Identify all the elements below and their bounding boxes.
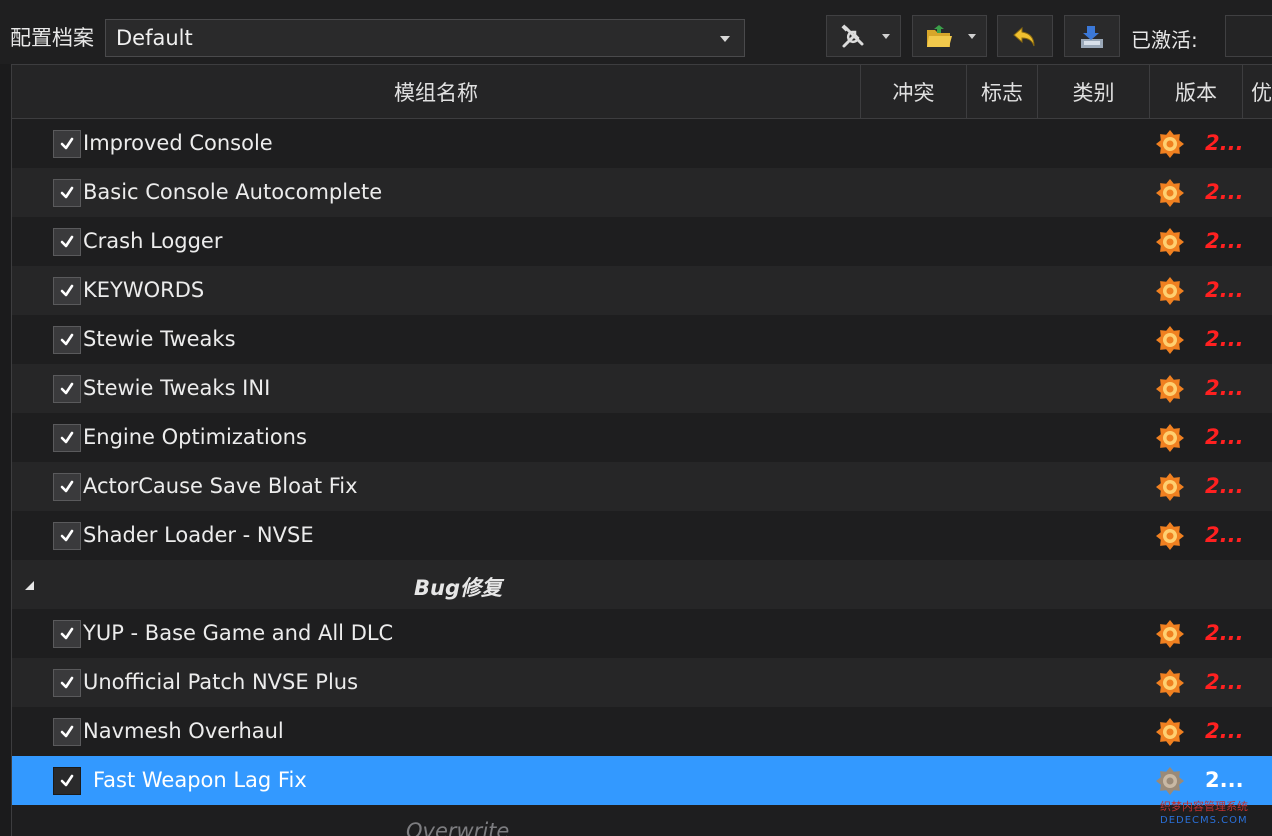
mod-version: 2... bbox=[1205, 180, 1244, 204]
mod-name: ActorCause Save Bloat Fix bbox=[83, 474, 358, 498]
mod-version: 2... bbox=[1205, 425, 1244, 449]
column-header-conflicts[interactable]: 冲突 bbox=[861, 65, 967, 119]
enable-checkbox[interactable] bbox=[53, 522, 81, 550]
enable-checkbox[interactable] bbox=[53, 130, 81, 158]
enable-checkbox[interactable] bbox=[53, 277, 81, 305]
active-count-label: 已激活: bbox=[1131, 28, 1198, 52]
profile-label: 配置档案 bbox=[10, 26, 94, 50]
enable-checkbox[interactable] bbox=[53, 620, 81, 648]
mod-name: Navmesh Overhaul bbox=[83, 719, 284, 743]
mod-flag-icon[interactable] bbox=[1155, 619, 1185, 649]
table-body: Improved Console 2... Basic Console Autoco… bbox=[12, 119, 1272, 836]
table-header: 模组名称 冲突 标志 类别 版本 优先 bbox=[12, 65, 1272, 119]
chevron-down-icon bbox=[882, 34, 890, 39]
watermark: 织梦内容管理系统 DEDECMS.COM bbox=[1160, 800, 1248, 828]
watermark-line2: DEDECMS.COM bbox=[1160, 815, 1248, 826]
table-row[interactable]: Unofficial Patch NVSE Plus 2... bbox=[12, 658, 1272, 707]
mod-flag-icon[interactable] bbox=[1155, 717, 1185, 747]
mod-version: 2... bbox=[1205, 131, 1244, 155]
chevron-down-icon bbox=[968, 34, 976, 39]
table-row[interactable]: Navmesh Overhaul 2... bbox=[12, 707, 1272, 756]
wrench-screwdriver-icon bbox=[841, 24, 864, 48]
mod-flag-icon[interactable] bbox=[1155, 423, 1185, 453]
enable-checkbox[interactable] bbox=[53, 375, 81, 403]
undo-button[interactable] bbox=[997, 15, 1053, 57]
table-row[interactable]: Engine Optimizations 2... bbox=[12, 413, 1272, 462]
table-row[interactable]: KEYWORDS 2... bbox=[12, 266, 1272, 315]
toolbar: 配置档案 Default 已激活: bbox=[0, 0, 1272, 64]
profile-value: Default bbox=[116, 26, 193, 50]
column-header-category[interactable]: 类别 bbox=[1038, 65, 1150, 119]
mod-version: 2... bbox=[1205, 229, 1244, 253]
mod-name: Improved Console bbox=[83, 131, 273, 155]
table-row[interactable]: Improved Console 2... bbox=[12, 119, 1272, 168]
enable-checkbox[interactable] bbox=[53, 179, 81, 207]
enable-checkbox[interactable] bbox=[53, 473, 81, 501]
mod-flag-icon[interactable] bbox=[1155, 668, 1185, 698]
mod-version: 2... bbox=[1205, 719, 1244, 743]
mod-name: KEYWORDS bbox=[83, 278, 205, 302]
separator-row[interactable]: Bug修复 bbox=[12, 560, 1272, 609]
mod-version: 2... bbox=[1205, 327, 1244, 351]
column-header-flags[interactable]: 标志 bbox=[967, 65, 1038, 119]
mod-version: 2... bbox=[1205, 474, 1244, 498]
profile-select[interactable]: Default bbox=[105, 19, 745, 57]
mod-version: 2... bbox=[1205, 376, 1244, 400]
mod-flag-icon[interactable] bbox=[1155, 325, 1185, 355]
export-tray-icon bbox=[1081, 26, 1103, 48]
undo-arrow-icon bbox=[1013, 26, 1035, 47]
watermark-line1: 织梦内容管理系统 bbox=[1160, 800, 1248, 813]
mod-flag-icon[interactable] bbox=[1155, 374, 1185, 404]
mod-version: 2... bbox=[1205, 278, 1244, 302]
table-row[interactable]: Shader Loader - NVSE 2... bbox=[12, 511, 1272, 560]
enable-checkbox[interactable] bbox=[53, 669, 81, 697]
mod-name: Stewie Tweaks INI bbox=[83, 376, 271, 400]
column-header-version[interactable]: 版本 bbox=[1150, 65, 1243, 119]
mod-name: Unofficial Patch NVSE Plus bbox=[83, 670, 359, 694]
folder-open-icon bbox=[927, 25, 952, 47]
mod-name: Stewie Tweaks bbox=[83, 327, 236, 351]
enable-checkbox[interactable] bbox=[53, 767, 81, 795]
mod-flag-icon[interactable] bbox=[1155, 766, 1185, 796]
table-row[interactable]: Stewie Tweaks 2... bbox=[12, 315, 1272, 364]
table-row[interactable]: Basic Console Autocomplete 2... bbox=[12, 168, 1272, 217]
mod-name: Shader Loader - NVSE bbox=[83, 523, 314, 547]
separator-label: Bug修复 bbox=[414, 576, 502, 600]
mod-flag-icon[interactable] bbox=[1155, 178, 1185, 208]
overwrite-label: Overwrite bbox=[406, 819, 510, 836]
table-row[interactable]: Crash Logger 2... bbox=[12, 217, 1272, 266]
export-button[interactable] bbox=[1064, 15, 1120, 57]
enable-checkbox[interactable] bbox=[53, 718, 81, 746]
active-count-box bbox=[1225, 15, 1272, 57]
enable-checkbox[interactable] bbox=[53, 424, 81, 452]
open-folder-button[interactable] bbox=[912, 15, 987, 57]
table-row[interactable]: ActorCause Save Bloat Fix 2... bbox=[12, 462, 1272, 511]
mod-flag-icon[interactable] bbox=[1155, 472, 1185, 502]
mod-name: Engine Optimizations bbox=[83, 425, 307, 449]
mod-version: 2... bbox=[1205, 768, 1244, 792]
mod-name: YUP - Base Game and All DLC bbox=[83, 621, 394, 645]
table-row[interactable]: YUP - Base Game and All DLC 2... bbox=[12, 609, 1272, 658]
table-row[interactable]: Fast Weapon Lag Fix 2... bbox=[12, 756, 1272, 805]
mod-flag-icon[interactable] bbox=[1155, 129, 1185, 159]
table-row[interactable]: Stewie Tweaks INI 2... bbox=[12, 364, 1272, 413]
collapse-triangle-icon[interactable] bbox=[25, 581, 34, 590]
mod-version: 2... bbox=[1205, 670, 1244, 694]
column-header-priority[interactable]: 优先 bbox=[1243, 65, 1272, 119]
enable-checkbox[interactable] bbox=[53, 326, 81, 354]
mod-version: 2... bbox=[1205, 621, 1244, 645]
mod-list-table: 模组名称 冲突 标志 类别 版本 优先 Improved Console 2...… bbox=[11, 64, 1272, 836]
enable-checkbox[interactable] bbox=[53, 228, 81, 256]
column-header-name[interactable]: 模组名称 bbox=[12, 65, 861, 119]
tools-button[interactable] bbox=[826, 15, 901, 57]
mod-flag-icon[interactable] bbox=[1155, 521, 1185, 551]
mod-name: Fast Weapon Lag Fix bbox=[93, 768, 307, 792]
mod-name: Crash Logger bbox=[83, 229, 223, 253]
overwrite-row[interactable]: Overwrite bbox=[12, 805, 1272, 836]
mod-version: 2... bbox=[1205, 523, 1244, 547]
chevron-down-icon bbox=[720, 36, 730, 42]
mod-flag-icon[interactable] bbox=[1155, 227, 1185, 257]
mod-name: Basic Console Autocomplete bbox=[83, 180, 383, 204]
mod-flag-icon[interactable] bbox=[1155, 276, 1185, 306]
